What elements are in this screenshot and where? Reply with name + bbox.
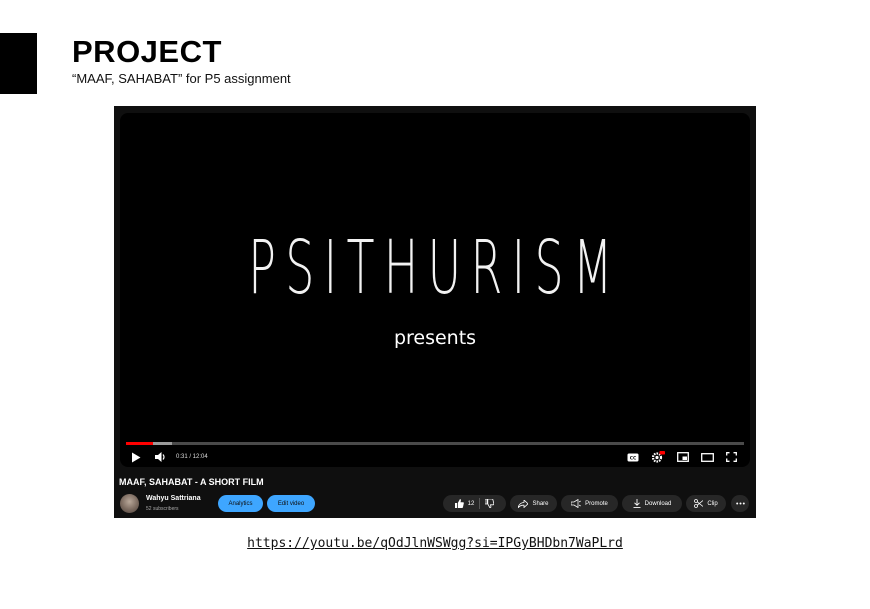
share-icon <box>518 499 529 508</box>
video-brand-text: PSITHURISM <box>248 225 622 311</box>
like-dislike-group: 12 <box>443 495 506 512</box>
progress-played <box>126 442 153 445</box>
settings-icon[interactable] <box>651 450 665 464</box>
download-button[interactable]: Download <box>622 495 682 512</box>
analytics-label: Analytics <box>228 500 253 507</box>
svg-text:CC: CC <box>630 455 637 461</box>
miniplayer-icon[interactable] <box>677 450 689 464</box>
dislike-icon[interactable] <box>485 499 495 508</box>
video-title[interactable]: MAAF, SAHABAT - A SHORT FILM <box>119 477 264 487</box>
analytics-button[interactable]: Analytics <box>218 495 263 512</box>
channel-avatar[interactable] <box>120 494 139 513</box>
like-count: 12 <box>467 500 475 507</box>
share-button[interactable]: Share <box>510 495 557 512</box>
progress-buffered <box>152 442 173 445</box>
download-icon <box>633 499 641 508</box>
download-label: Download <box>644 500 672 507</box>
video-link[interactable]: https://youtu.be/qOdJlnWSWgg?si=IPGyBHDb… <box>0 536 870 551</box>
promote-icon <box>571 499 581 508</box>
volume-icon[interactable] <box>155 450 167 464</box>
more-button[interactable] <box>731 495 749 512</box>
play-icon[interactable] <box>131 450 141 464</box>
page-subtitle: “MAAF, SAHABAT” for P5 assignment <box>72 71 291 86</box>
clip-label: Clip <box>707 500 718 507</box>
progress-bar[interactable] <box>126 442 744 445</box>
captions-icon[interactable]: CC <box>627 450 639 464</box>
like-separator <box>479 498 481 509</box>
promote-button[interactable]: Promote <box>561 495 618 512</box>
clip-icon <box>694 499 704 508</box>
accent-block <box>0 33 37 94</box>
subscriber-count: 52 subscribers <box>146 506 179 512</box>
channel-name[interactable]: Wahyu Sattriana <box>146 495 201 502</box>
page-title: PROJECT <box>72 34 222 69</box>
promote-label: Promote <box>585 500 608 507</box>
youtube-screenshot: PSITHURISM presents 0:31 / 12:04 CC MAAF… <box>114 106 756 518</box>
video-presents-text: presents <box>393 327 477 349</box>
clip-button[interactable]: Clip <box>686 495 726 512</box>
time-display: 0:31 / 12:04 <box>176 454 208 460</box>
fullscreen-icon[interactable] <box>726 450 737 464</box>
edit-video-button[interactable]: Edit video <box>267 495 315 512</box>
more-icon <box>735 501 745 507</box>
video-player[interactable]: PSITHURISM presents 0:31 / 12:04 CC <box>120 113 750 467</box>
theater-icon[interactable] <box>701 450 714 464</box>
share-label: Share <box>532 500 549 507</box>
like-icon[interactable] <box>454 499 464 508</box>
edit-video-label: Edit video <box>277 500 305 507</box>
